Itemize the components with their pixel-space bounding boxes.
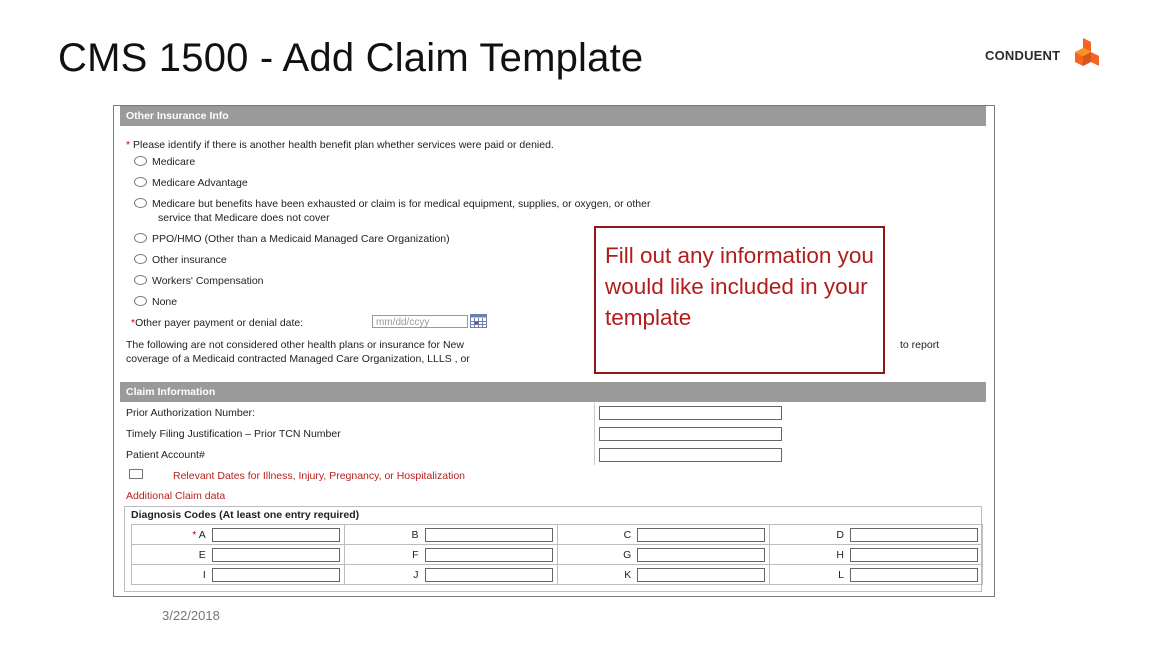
option-medicare[interactable]: Medicare [134, 156, 195, 168]
option-label: Other insurance [152, 254, 227, 266]
option-none[interactable]: None [134, 296, 177, 308]
slide-title: CMS 1500 - Add Claim Template [58, 36, 644, 80]
prior-auth-label: Prior Authorization Number: [126, 407, 255, 419]
option-label: None [152, 296, 178, 308]
diagnosis-letter: C [623, 529, 632, 541]
option-workers-comp[interactable]: Workers' Compensation [134, 275, 264, 287]
diagnosis-input-f[interactable] [424, 548, 553, 562]
patient-account-input[interactable] [599, 448, 782, 462]
option-label: Medicare but benefits have been exhauste… [152, 198, 651, 210]
claim-info-header: Claim Information [120, 382, 986, 402]
diagnosis-cell-l: L [769, 564, 983, 585]
diagnosis-cell-a: * A [131, 524, 345, 545]
diagnosis-cell-h: H [769, 544, 983, 565]
diagnosis-input-i[interactable] [211, 568, 340, 582]
option-medicare-advantage[interactable]: Medicare Advantage [134, 177, 248, 189]
note-line-1-end: to report [900, 339, 940, 351]
insurance-prompt: * Please identify if there is another he… [126, 139, 554, 151]
diagnosis-input-g[interactable] [637, 548, 766, 562]
diagnosis-cell-d: D [769, 524, 983, 545]
conduent-logo: CONDUENT [985, 38, 1109, 72]
diagnosis-letter: L [838, 569, 844, 581]
radio-button[interactable] [134, 156, 147, 167]
diagnosis-letter: I [202, 569, 206, 581]
option-label: Workers' Compensation [152, 275, 264, 287]
payer-date-input[interactable]: mm/dd/ccyy [372, 315, 468, 328]
diagnosis-cell-j: J [343, 564, 558, 585]
conduent-mark-icon [1075, 38, 1099, 66]
diagnosis-letter: K [624, 569, 632, 581]
diagnosis-input-j[interactable] [424, 568, 553, 582]
diagnosis-letter: E [198, 549, 206, 561]
option-label: PPO/HMO (Other than a Medicaid Managed C… [152, 233, 450, 245]
diagnosis-row: I J K L [131, 564, 983, 585]
diagnosis-letter: F [412, 549, 419, 561]
relevant-dates-label[interactable]: Relevant Dates for Illness, Injury, Preg… [173, 470, 465, 482]
diagnosis-title: Diagnosis Codes (At least one entry requ… [131, 509, 360, 521]
diagnosis-cell-k: K [556, 564, 771, 585]
diagnosis-letter: H [836, 549, 844, 561]
patient-account-label: Patient Account# [126, 449, 205, 461]
timely-filing-input[interactable] [599, 427, 782, 441]
diagnosis-letter: G [623, 549, 632, 561]
option-label: Medicare Advantage [152, 177, 248, 189]
diagnosis-letter: B [411, 529, 419, 541]
other-insurance-header: Other Insurance Info [120, 106, 986, 126]
option-continuation: service that Medicare does not cover [158, 212, 330, 224]
logo-text: CONDUENT [985, 48, 1061, 63]
radio-button[interactable] [134, 233, 147, 244]
diagnosis-cell-g: G [556, 544, 771, 565]
diagnosis-input-h[interactable] [850, 548, 978, 562]
payer-date-label-text: Other payer payment or denial date: [135, 317, 304, 329]
required-marker: * [126, 139, 131, 151]
diagnosis-input-e[interactable] [211, 548, 340, 562]
diagnosis-row: * A B C D [131, 524, 983, 545]
diagnosis-cell-e: E [131, 544, 345, 565]
diagnosis-letter: D [836, 529, 844, 541]
payer-date-label: *Other payer payment or denial date: [131, 317, 303, 329]
note-line-2: coverage of a Medicaid contracted Manage… [126, 353, 470, 365]
radio-button[interactable] [134, 275, 147, 286]
note-line-1-start: The following are not considered other h… [126, 339, 464, 351]
option-medicare-exhausted[interactable]: Medicare but benefits have been exhauste… [134, 198, 650, 210]
option-ppo-hmo[interactable]: PPO/HMO (Other than a Medicaid Managed C… [134, 233, 450, 245]
insurance-prompt-text: Please identify if there is another heal… [133, 139, 554, 151]
diagnosis-row: E F G H [131, 544, 983, 565]
option-other-insurance[interactable]: Other insurance [134, 254, 227, 266]
diagnosis-input-l[interactable] [850, 568, 978, 582]
diagnosis-input-a[interactable] [211, 528, 340, 542]
diagnosis-codes-panel: Diagnosis Codes (At least one entry requ… [124, 506, 983, 592]
additional-claim-data-link[interactable]: Additional Claim data [126, 490, 225, 502]
diagnosis-letter: J [413, 569, 419, 581]
diagnosis-letter: * A [192, 529, 206, 541]
timely-filing-label: Timely Filing Justification – Prior TCN … [126, 428, 341, 440]
relevant-dates-checkbox[interactable] [129, 469, 143, 479]
instruction-callout: Fill out any information you would like … [594, 226, 885, 374]
diagnosis-input-c[interactable] [637, 528, 766, 542]
option-label: Medicare [152, 156, 196, 168]
diagnosis-cell-b: B [343, 524, 558, 545]
diagnosis-input-b[interactable] [424, 528, 553, 542]
radio-button[interactable] [134, 198, 147, 209]
diagnosis-grid: * A B C D E F G H I J K L [131, 524, 983, 585]
radio-button[interactable] [134, 177, 147, 188]
claim-divider [594, 403, 595, 465]
prior-auth-input[interactable] [599, 406, 782, 420]
slide-date: 3/22/2018 [162, 608, 220, 623]
diagnosis-input-k[interactable] [637, 568, 766, 582]
radio-button[interactable] [134, 296, 147, 307]
diagnosis-cell-f: F [343, 544, 558, 565]
radio-button[interactable] [134, 254, 147, 265]
diagnosis-cell-i: I [131, 564, 345, 585]
calendar-icon[interactable] [470, 314, 487, 328]
diagnosis-input-d[interactable] [850, 528, 978, 542]
diagnosis-cell-c: C [556, 524, 771, 545]
